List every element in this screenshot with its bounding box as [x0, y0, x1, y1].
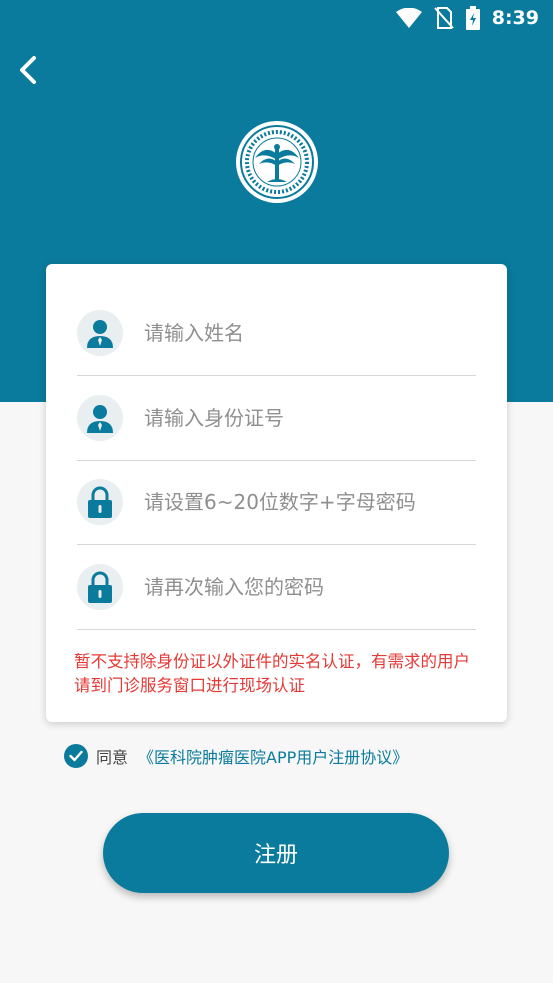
id-number-row: [77, 376, 476, 461]
id-verification-notice: 暂不支持除身份证以外证件的实名认证，有需求的用户请到门诊服务窗口进行现场认证: [74, 652, 470, 695]
agree-label: 同意: [96, 748, 129, 767]
id-number-input[interactable]: [144, 406, 464, 430]
registration-card: 暂不支持除身份证以外证件的实名认证，有需求的用户请到门诊服务窗口进行现场认证: [46, 264, 507, 722]
register-button[interactable]: 注册: [103, 813, 449, 893]
confirm-password-input[interactable]: [144, 575, 464, 599]
status-bar: 8:39: [395, 0, 539, 36]
password-row: [77, 460, 476, 545]
hospital-emblem-icon: [236, 121, 318, 203]
no-sim-icon: [433, 7, 454, 29]
lock-icon: [77, 564, 123, 610]
chevron-left-icon: [20, 56, 36, 84]
user-icon: [77, 310, 123, 356]
lock-icon: [77, 479, 123, 525]
back-button[interactable]: [10, 50, 46, 90]
checkmark-icon: [69, 750, 83, 762]
name-input[interactable]: [144, 321, 464, 345]
password-input[interactable]: [144, 490, 464, 514]
wifi-icon: [395, 8, 422, 28]
agreement-row: 同意 《医科院肿瘤医院APP用户注册协议》: [64, 742, 408, 770]
status-time: 8:39: [491, 7, 539, 29]
agreement-link[interactable]: 《医科院肿瘤医院APP用户注册协议》: [138, 744, 408, 768]
agreement-checkbox[interactable]: [64, 744, 88, 768]
confirm-password-row: [77, 545, 476, 630]
battery-charging-icon: [465, 6, 480, 30]
name-row: [77, 291, 476, 376]
user-icon: [77, 395, 123, 441]
